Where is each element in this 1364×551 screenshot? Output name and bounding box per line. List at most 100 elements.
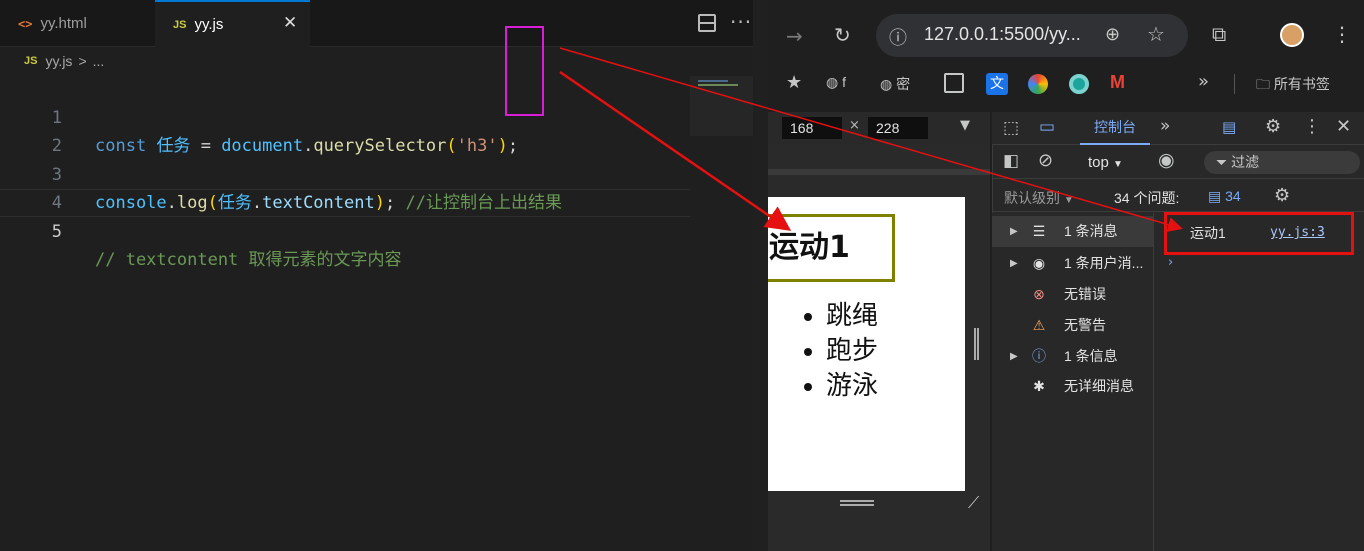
settings-icon[interactable]: ⚙ [1274,185,1290,206]
gmail-icon[interactable]: M [1110,72,1125,93]
list-icon: ☰ [1032,223,1046,239]
console-sidebar: ▶ ☰ 1 条消息 ▶ ◉ 1 条用户消... ⊗ 无错误 ⚠ 无警告 ▶ ⓘ … [992,213,1154,551]
breadcrumb-symbol[interactable]: ... [93,53,105,69]
issues-badge[interactable]: ▤ 34 [1208,188,1241,205]
message-icon: ▤ [1208,188,1222,204]
more-actions-icon[interactable]: ··· [730,10,752,34]
split-editor-icon[interactable] [698,14,716,32]
code-line: 1 const 任务 = document.querySelector('h3'… [0,76,690,156]
console-prompt-icon[interactable]: › [1168,255,1173,270]
sidebar-item-info[interactable]: ▶ ⓘ 1 条信息 [992,341,1153,372]
dimension-separator: × [849,118,860,133]
device-height-input[interactable]: 228 [868,117,928,139]
chevron-down-icon: ▼ [1113,159,1123,170]
photos-icon[interactable] [1028,74,1048,94]
menu-icon[interactable]: ⋮ [1303,116,1321,137]
device-toggle-icon[interactable]: ▭ [1039,117,1055,137]
sidebar-item-label: 1 条信息 [1064,348,1118,364]
sidebar-item-messages[interactable]: ▶ ☰ 1 条消息 [992,216,1153,247]
forward-icon[interactable]: → [786,24,803,48]
eye-icon[interactable]: ◉ [1158,149,1175,171]
minimap[interactable] [690,76,753,136]
tab-label: yy.js [194,16,224,33]
sidebar-item-verbose[interactable]: ✱ 无详细消息 [992,371,1153,402]
sidebar-item-warnings[interactable]: ⚠ 无警告 [992,310,1153,341]
code-line: 3 console.log(任务.textContent); //让控制台上出结… [0,133,690,213]
console-source-link[interactable]: yy.js:3 [1270,225,1325,240]
close-icon[interactable]: ✕ [283,13,297,33]
bookmark-item[interactable]: ◍ 密 [880,74,910,94]
more-tabs-icon[interactable]: » [1160,116,1170,136]
folder-icon: 🗀 [1256,76,1270,92]
close-icon[interactable]: ✕ [1336,116,1351,137]
bookmark-star-icon[interactable]: ☆ [1147,22,1165,46]
sidebar-item-label: 1 条消息 [1064,223,1118,239]
list-item: 跑步 [826,334,878,369]
context-label: top [1088,154,1109,171]
sidebar-toggle-icon[interactable]: ◧ [1003,151,1019,171]
menu-icon[interactable]: ⋮ [1332,22,1352,46]
resize-handle[interactable] [974,328,979,360]
chevron-right-icon: > [78,53,87,69]
inspect-icon[interactable]: ⬚ [1003,118,1019,138]
device-width-input[interactable]: 168 [782,117,842,139]
page-list: 跳绳 跑步 游泳 [796,299,878,404]
tab-console[interactable]: 控制台 [1080,112,1150,145]
divider [1234,74,1235,94]
js-file-icon: JS [24,55,38,67]
chevron-down-icon[interactable]: ▼ [960,118,970,133]
all-bookmarks[interactable]: 🗀 所有书签 [1256,74,1330,98]
filter-input[interactable]: ⏷ 过滤 [1204,151,1360,174]
bookmark-label: f [842,74,846,90]
zoom-icon[interactable]: ⊕ [1105,24,1120,45]
bug-icon: ✱ [1033,378,1045,394]
bookmark-item[interactable]: ◍ f [826,74,846,91]
reload-icon[interactable]: ↻ [834,23,851,47]
site-info-icon[interactable]: ⓘ [889,24,907,50]
list-item: 游泳 [826,369,878,404]
sidebar-item-errors[interactable]: ⊗ 无错误 [992,279,1153,310]
user-icon: ◉ [1032,255,1046,271]
filter-icon: ⏷ [1216,154,1228,170]
star-icon[interactable]: ★ [786,72,802,93]
sidebar-item-user-messages[interactable]: ▶ ◉ 1 条用户消... [992,248,1153,279]
resize-handle[interactable] [840,500,874,506]
clipboard-icon[interactable] [944,73,964,93]
sidebar-item-label: 无错误 [1064,286,1106,302]
window-divider [753,0,768,551]
expand-arrow-icon: ▶ [1010,351,1018,362]
page-heading: 运动1 [768,214,895,282]
extensions-icon[interactable]: ⧉ [1212,22,1226,46]
context-selector[interactable]: top ▼ [1088,154,1123,171]
rendered-page: 运动1 跳绳 跑步 游泳 [768,197,965,491]
app-icon[interactable] [1069,74,1089,94]
settings-icon[interactable]: ⚙ [1265,116,1281,137]
filter-placeholder: 过滤 [1231,154,1260,170]
expand-arrow-icon: ▶ [1010,226,1018,237]
expand-arrow-icon: ▶ [1010,258,1018,269]
sidebar-item-label: 无详细消息 [1064,378,1134,394]
message-icon[interactable]: ▤ [1222,118,1236,136]
js-file-icon: JS [173,18,187,31]
tab-yy-html[interactable]: <> yy.html [0,0,155,47]
annotation-highlight-box [505,26,544,116]
avatar[interactable] [1280,23,1304,47]
breadcrumb-file[interactable]: yy.js [45,53,72,69]
bookmarks-more-icon[interactable]: » [1198,71,1209,92]
issues-count: 34 [1225,188,1241,204]
console-log-message: 运动1 [1190,225,1226,241]
code-line: 2 [0,104,690,156]
console-output[interactable] [1155,213,1364,551]
chevron-down-icon: ▼ [1063,195,1074,206]
url-text[interactable]: 127.0.0.1:5500/yy... [924,24,1081,45]
clear-console-icon[interactable]: ⊘ [1038,150,1053,171]
info-icon: ⓘ [1032,348,1046,364]
breadcrumb: JS yy.js > ... [24,53,104,69]
html-file-icon: <> [18,16,33,31]
code-line-current: 5 // textcontent 取得元素的文字内容 [0,189,690,270]
code-line: 4 [0,161,690,213]
translate-icon[interactable]: 文 [986,73,1008,95]
globe-icon: ◍ [880,76,893,92]
corner-resize-icon[interactable]: ⟋ [968,493,979,513]
log-levels-dropdown[interactable]: 默认级别 ▼ [1004,188,1074,208]
